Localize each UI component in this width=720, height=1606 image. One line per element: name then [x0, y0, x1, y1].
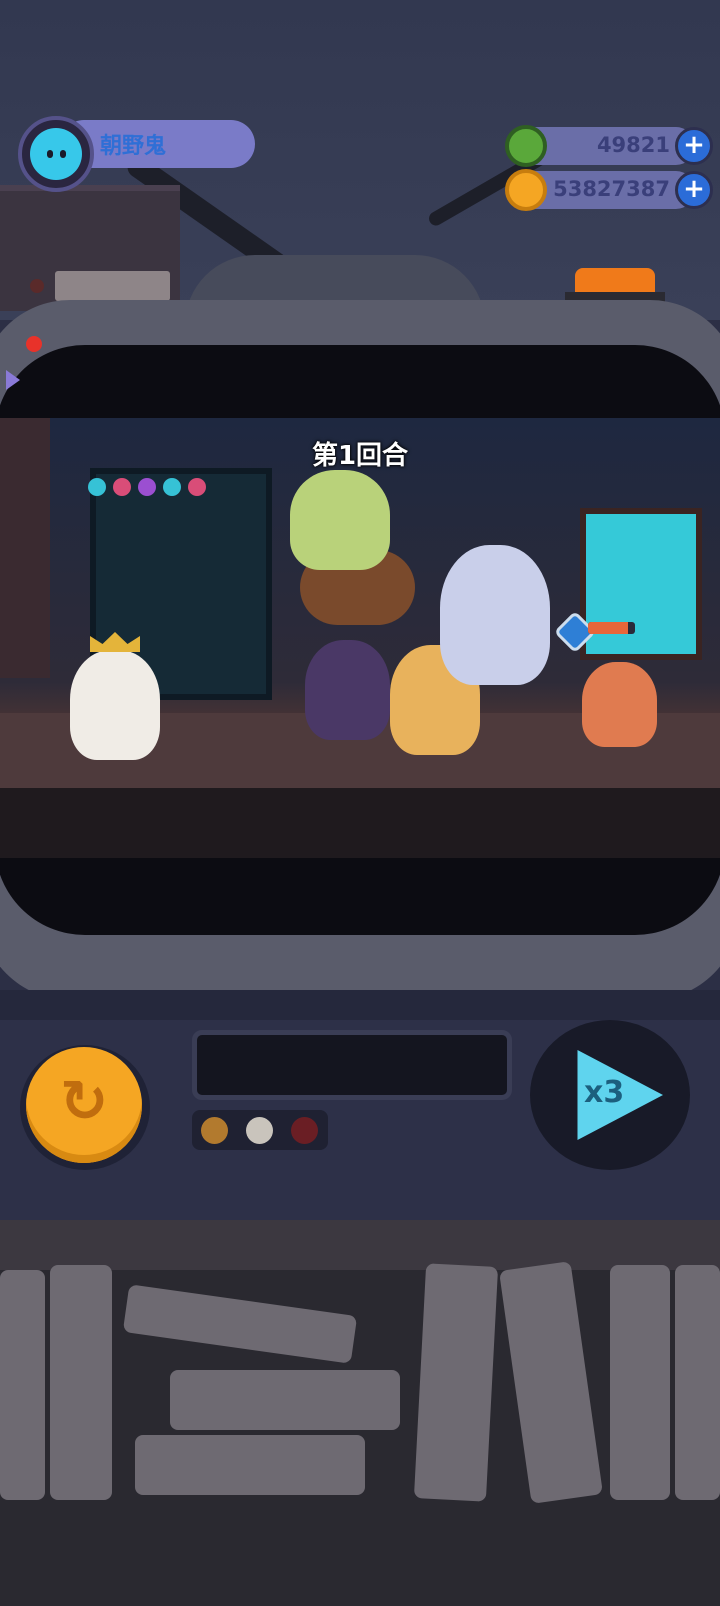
speed-button[interactable]: x3: [530, 1020, 690, 1170]
enemy-hp-bar: [588, 622, 635, 634]
indicator-light: [291, 1117, 318, 1144]
add-planet-coin-button[interactable]: +: [675, 171, 713, 209]
stall: [0, 418, 50, 678]
book: [610, 1265, 670, 1500]
indicator-dot: [30, 279, 44, 293]
replay-button[interactable]: ↻: [20, 1045, 150, 1170]
planet-coin-amount: 53827387: [553, 177, 670, 201]
add-donut-button[interactable]: +: [675, 127, 713, 165]
indicator-light: [246, 1117, 273, 1144]
player-name: 朝野鬼: [100, 134, 167, 159]
character-king: [70, 632, 160, 760]
cat-face-icon: [30, 128, 82, 180]
shelf-ledge: [0, 1220, 720, 1270]
notification-dot: [26, 336, 42, 352]
replay-icon: ↻: [59, 1067, 109, 1135]
panel-lip: [0, 990, 720, 1020]
character-shadow: [305, 640, 390, 740]
book: [50, 1265, 112, 1500]
speed-label: x3: [584, 1075, 625, 1110]
neon-light: [188, 478, 206, 496]
neon-light: [138, 478, 156, 496]
indicator-light: [201, 1117, 228, 1144]
neon-light: [113, 478, 131, 496]
lit-window: [580, 508, 702, 660]
character-lady: [440, 545, 550, 685]
side-panel-arrow-icon[interactable]: [6, 370, 20, 390]
neon-light: [88, 478, 106, 496]
stage-rim: [0, 788, 720, 858]
book: [413, 1263, 499, 1502]
neon-light: [163, 478, 181, 496]
book: [498, 1261, 604, 1504]
shelf-slot: [55, 271, 170, 301]
avatar[interactable]: [18, 116, 94, 192]
book: [170, 1370, 400, 1430]
side-shelf: [0, 185, 180, 311]
enemy-hp-fill: [588, 622, 628, 634]
book: [122, 1284, 358, 1364]
indicator-lights: [192, 1110, 328, 1150]
character-forest-rider: [290, 470, 390, 570]
book: [0, 1270, 45, 1500]
round-label: 第1回合: [311, 441, 409, 471]
donut-amount: 49821: [596, 133, 670, 157]
book: [675, 1265, 720, 1500]
bottom-bookshelf: [0, 1220, 720, 1606]
character-enemy: [582, 662, 657, 747]
book: [135, 1435, 365, 1495]
panel-display: [192, 1030, 512, 1100]
